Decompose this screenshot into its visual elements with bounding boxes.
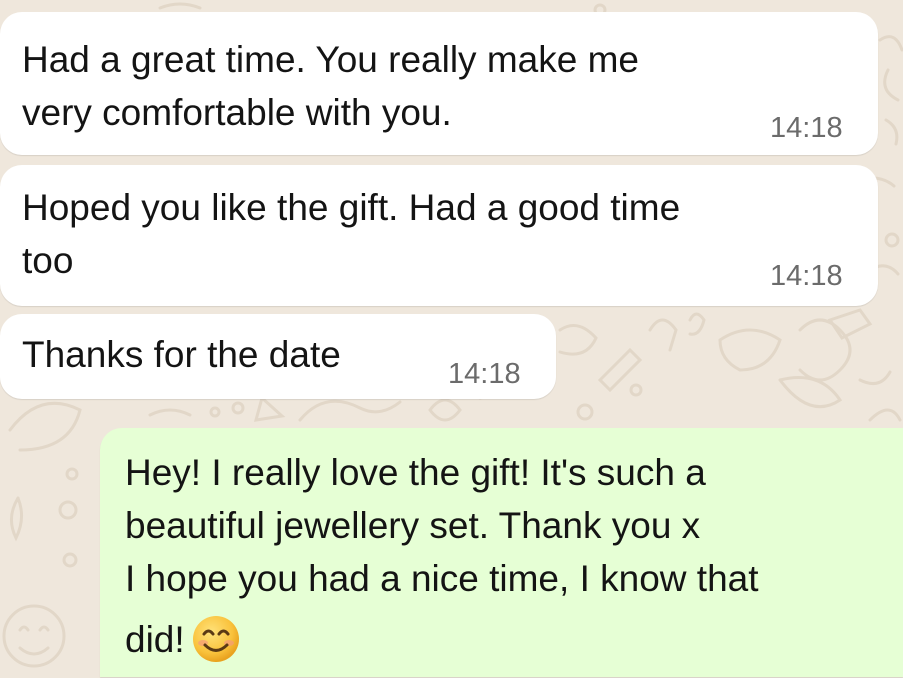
message-text-line: did!: [125, 619, 185, 660]
incoming-message-bubble[interactable]: Hoped you like the gift. Had a good time…: [0, 165, 878, 306]
message-timestamp: 14:18: [770, 260, 843, 292]
message-text-line: Hey! I really love the gift! It's such a: [125, 452, 706, 493]
message-text-line: Thanks for the date: [22, 334, 341, 375]
incoming-message-bubble[interactable]: Thanks for the date 14:18: [0, 314, 556, 399]
message-text-line: I hope you had a nice time, I know that: [125, 558, 759, 599]
message-text-line: Hoped you like the gift. Had a good time: [22, 187, 681, 228]
outgoing-message-bubble[interactable]: Hey! I really love the gift! It's such a…: [100, 428, 903, 677]
message-text-line: Had a great time. You really make me: [22, 39, 639, 80]
message-last-line: did!: [125, 613, 241, 678]
smiling-face-icon: [191, 614, 241, 678]
message-text-line: too: [22, 240, 74, 281]
incoming-message-bubble[interactable]: Had a great time. You really make me ver…: [0, 12, 878, 155]
message-timestamp: 14:18: [770, 112, 843, 144]
message-text-line: beautiful jewellery set. Thank you x: [125, 505, 701, 546]
message-timestamp: 14:18: [448, 358, 521, 390]
message-text-line: very comfortable with you.: [22, 92, 452, 133]
